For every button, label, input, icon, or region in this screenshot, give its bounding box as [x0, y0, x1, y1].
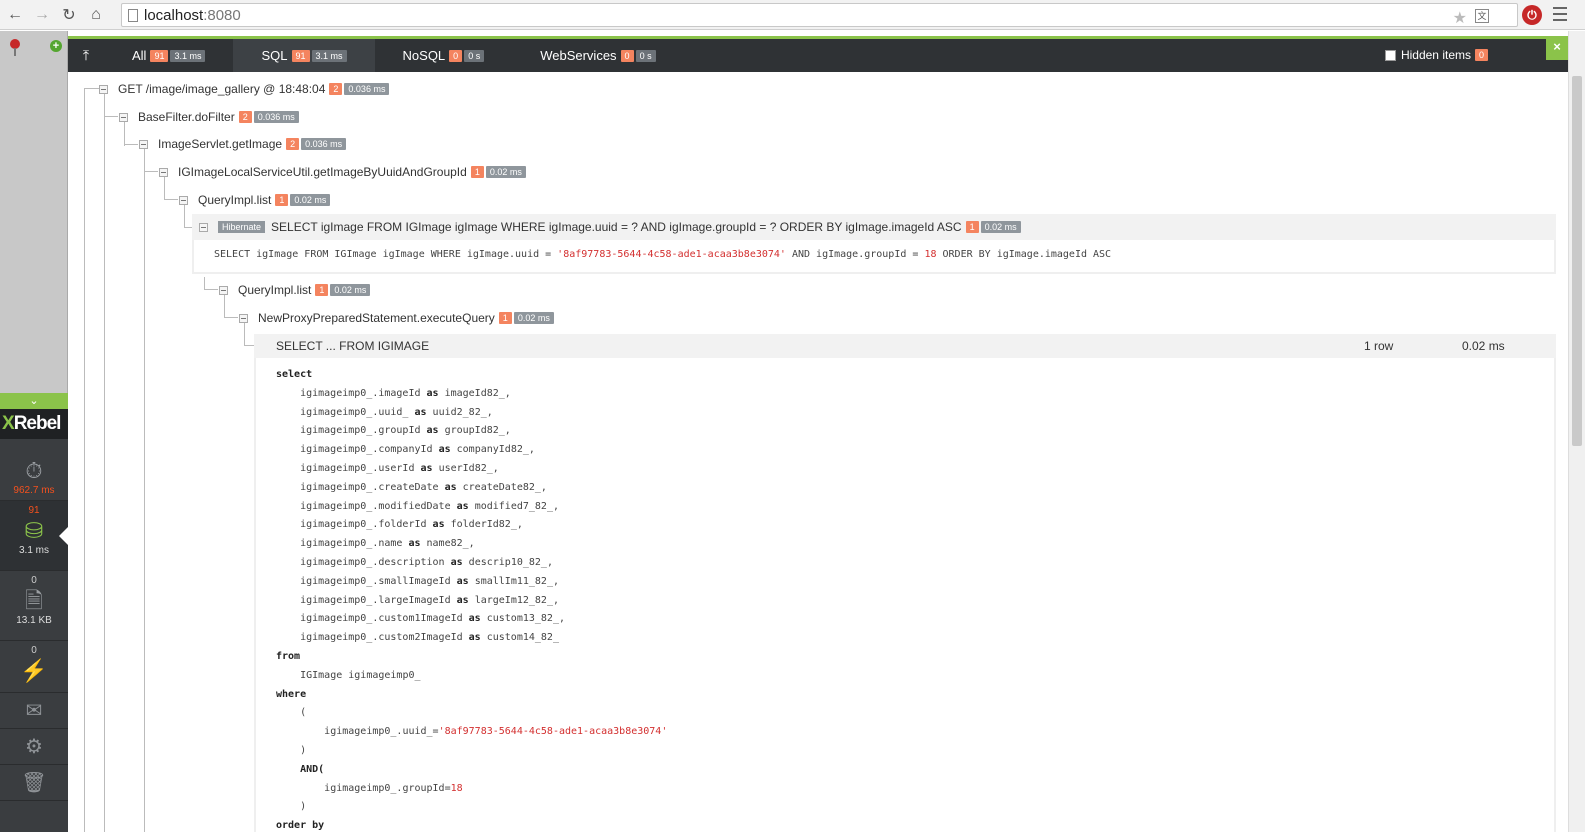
page-icon: [128, 9, 138, 22]
sql-column-line: igimageimp0_.custom1ImageId as custom13_…: [276, 613, 565, 625]
sql-query-time: 0.02 ms: [1462, 339, 1505, 353]
tree-node-executequery[interactable]: NewProxyPreparedStatement.executeQuery 1…: [239, 310, 554, 326]
xrebel-logo: XRebel: [0, 409, 68, 439]
collapse-toggle-icon[interactable]: [179, 195, 188, 205]
envelope-icon[interactable]: ✉: [0, 693, 68, 729]
stopwatch-icon: ⏱: [25, 458, 43, 483]
time-badge: 0 s: [464, 49, 485, 62]
url-host: localhost: [144, 6, 204, 24]
tree-node-queryimpl-2[interactable]: QueryImpl.list 1 0.02 ms: [219, 282, 371, 298]
tab-label: SQL: [261, 48, 288, 63]
count-badge: 91: [291, 49, 310, 62]
collapse-toggle-icon[interactable]: [139, 139, 148, 149]
tab-all[interactable]: All 91 3.1 ms: [104, 39, 233, 72]
sql-column-line: igimageimp0_.folderId as folderId82_,: [276, 519, 523, 531]
hidden-items-label: Hidden items: [1400, 48, 1471, 62]
sql-panel-button[interactable]: 91 ⛁ 3.1 ms: [0, 501, 69, 571]
reload-icon[interactable]: ↻: [57, 3, 81, 27]
sql-code-block: select igimageimp0_.imageId as imageId82…: [254, 358, 1556, 832]
tree-node-hql[interactable]: Hibernate SELECT igImage FROM IGImage ig…: [199, 219, 1021, 235]
hql-expanded-query: SELECT igImage FROM IGImage igImage WHER…: [192, 240, 1556, 274]
extension-power-icon[interactable]: ⏻: [1522, 5, 1542, 25]
sql-count: 91: [28, 505, 40, 516]
count-badge: 0: [620, 49, 634, 62]
address-bar[interactable]: localhost:8080 ★ 文: [121, 3, 1518, 27]
hidden-items-count: 0: [1474, 49, 1488, 61]
sidebar-top-area: +: [0, 31, 68, 393]
collapse-toggle-icon[interactable]: [219, 285, 228, 295]
gear-icon[interactable]: ⚙: [0, 729, 68, 765]
sql-time: 3.1 ms: [18, 545, 49, 556]
hidden-items-toggle[interactable]: Hidden items 0: [1384, 48, 1488, 62]
collapse-toggle-icon[interactable]: [119, 112, 128, 122]
tree-node-localservice[interactable]: IGImageLocalServiceUtil.getImageByUuidAn…: [159, 164, 526, 180]
sql-column-line: igimageimp0_.custom2ImageId as custom14_…: [276, 632, 559, 644]
lightning-icon: ⚡: [20, 658, 48, 683]
sql-column-line: igimageimp0_.modifiedDate as modified7_8…: [276, 500, 559, 512]
timing-panel-button[interactable]: ⏱ 962.7 ms: [0, 441, 68, 501]
sql-query-summary: SELECT ... FROM IGIMAGE: [276, 339, 430, 353]
tab-sql[interactable]: SQL 91 3.1 ms: [233, 39, 375, 72]
close-icon[interactable]: ×: [1546, 36, 1568, 60]
bookmark-star-icon[interactable]: ★: [1453, 8, 1467, 28]
sql-column-line: igimageimp0_.companyId as companyId82_,: [276, 444, 535, 456]
collapse-toggle-icon[interactable]: [199, 222, 208, 232]
tab-nosql[interactable]: NoSQL 0 0 s: [375, 39, 513, 72]
tree-node-request[interactable]: GET /image/image_gallery @ 18:48:04 2 0.…: [99, 81, 390, 97]
exceptions-panel-button[interactable]: 0 ⚡: [0, 641, 68, 693]
time-badge: 0 s: [635, 49, 656, 62]
sql-row-count: 1 row: [1364, 339, 1394, 353]
tab-label: NoSQL: [402, 48, 446, 63]
io-panel-button[interactable]: 0 🗎 13.1 KB: [0, 571, 68, 641]
home-icon[interactable]: ⌂: [84, 3, 108, 27]
hibernate-tag: Hibernate: [218, 221, 266, 233]
xrebel-sidebar: + ⌄ XRebel ⏱ 962.7 ms 91 ⛁ 3.1 ms 0 🗎 13…: [0, 31, 69, 832]
sql-column-line: igimageimp0_.groupId as groupId82_,: [276, 425, 511, 437]
sql-column-line: igimageimp0_.name as name82_,: [276, 538, 475, 550]
time-badge: 3.1 ms: [311, 49, 347, 62]
add-icon[interactable]: +: [50, 40, 62, 52]
exceptions-count: 0: [31, 645, 37, 656]
time-badge: 3.1 ms: [170, 49, 206, 62]
request-time: 962.7 ms: [13, 485, 55, 496]
io-size: 13.1 KB: [16, 615, 52, 626]
forward-icon[interactable]: →: [30, 3, 54, 27]
scrollbar[interactable]: [1568, 31, 1585, 832]
sql-column-line: igimageimp0_.largeImageId as largeIm12_8…: [276, 594, 559, 606]
sql-column-line: igimageimp0_.description as descrip10_82…: [276, 556, 553, 568]
tree-node-queryimpl[interactable]: QueryImpl.list 1 0.02 ms: [179, 192, 331, 208]
collapse-toggle-icon[interactable]: [239, 313, 248, 323]
collapse-all-icon[interactable]: ⤒: [68, 39, 104, 72]
count-badge: 0: [449, 49, 463, 62]
back-icon[interactable]: ←: [3, 3, 27, 27]
io-count: 0: [31, 575, 37, 586]
sql-column-line: igimageimp0_.imageId as imageId82_,: [276, 387, 511, 399]
sql-column-line: igimageimp0_.createDate as createDate82_…: [276, 481, 547, 493]
pin-icon[interactable]: [10, 39, 20, 56]
translate-icon[interactable]: 文: [1475, 9, 1489, 23]
tab-label: WebServices: [540, 48, 617, 63]
collapse-toggle-icon[interactable]: [99, 84, 108, 94]
scrollbar-thumb[interactable]: [1572, 76, 1582, 446]
collapse-toolbar-button[interactable]: ⌄: [0, 393, 68, 409]
call-tree: GET /image/image_gallery @ 18:48:04 2 0.…: [68, 72, 1568, 832]
tree-node-basefilter[interactable]: BaseFilter.doFilter 2 0.036 ms: [119, 109, 299, 125]
hidden-items-checkbox[interactable]: [1384, 49, 1396, 61]
tab-webservices[interactable]: WebServices 0 0 s: [512, 39, 683, 72]
document-icon: 🗎: [25, 588, 43, 613]
sql-column-line: igimageimp0_.smallImageId as smallIm11_8…: [276, 575, 559, 587]
tab-label: All: [132, 48, 147, 63]
count-badge: 91: [150, 49, 169, 62]
url-port: :8080: [203, 6, 241, 24]
trash-icon[interactable]: 🗑: [0, 765, 68, 801]
sql-query-row[interactable]: SELECT ... FROM IGIMAGE 1 row 0.02 ms: [254, 334, 1556, 358]
browser-toolbar: ← → ↻ ⌂ localhost:8080 ★ 文 ⏻: [0, 0, 1585, 30]
collapse-toggle-icon[interactable]: [159, 167, 168, 177]
sql-column-line: igimageimp0_.userId as userId82_,: [276, 462, 499, 474]
database-icon: ⛁: [24, 518, 44, 543]
tree-node-imageservlet[interactable]: ImageServlet.getImage 2 0.036 ms: [139, 136, 347, 152]
tabs-bar: ⤒ All 91 3.1 ms SQL 91 3.1 ms NoSQL 0 0 …: [68, 36, 1568, 72]
browser-menu-icon[interactable]: [1553, 7, 1567, 21]
sql-column-line: igimageimp0_.uuid_ as uuid2_82_,: [276, 406, 493, 418]
